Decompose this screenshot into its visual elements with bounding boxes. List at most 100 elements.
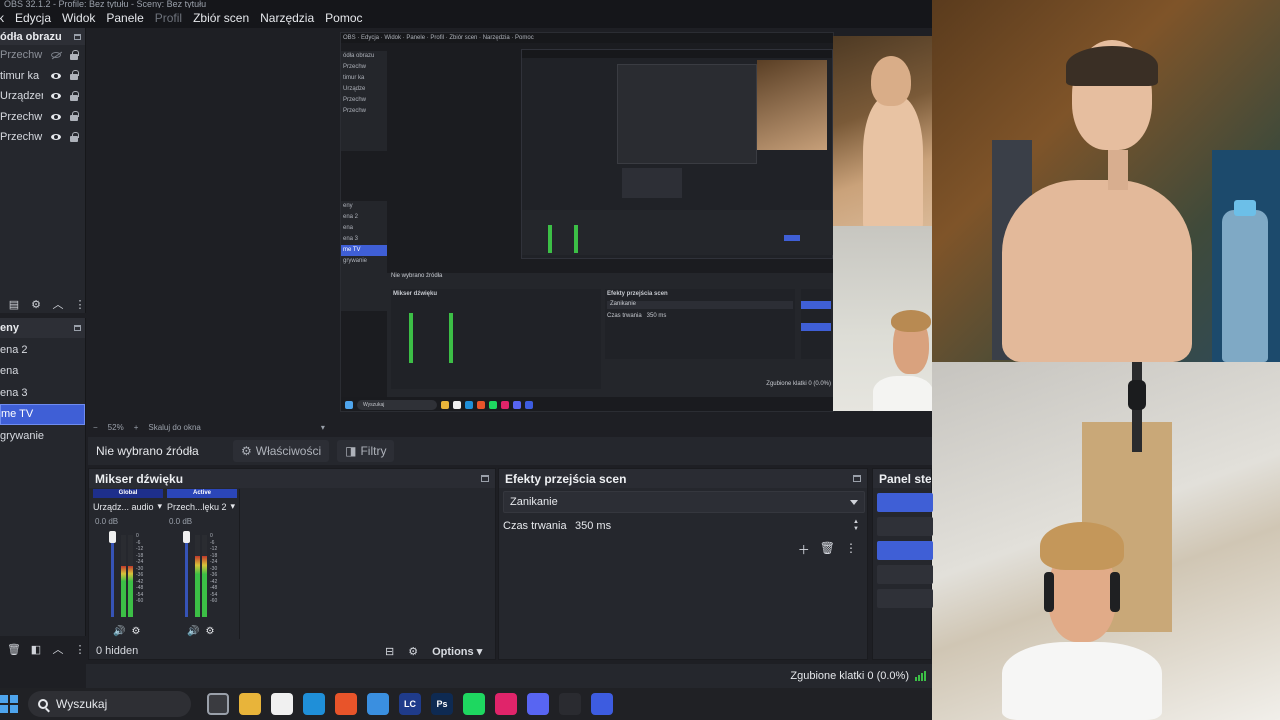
menu-profile[interactable]: Profil xyxy=(155,11,189,25)
duration-input[interactable]: 350 ms ▲ ▼ xyxy=(567,516,865,536)
zoom-dropdown-icon[interactable]: ▾ xyxy=(321,423,325,432)
chevron-down-icon[interactable]: ▾ xyxy=(158,501,163,512)
app-pink-icon[interactable] xyxy=(495,693,517,715)
source-label: Przechw xyxy=(0,49,43,62)
scene-item[interactable]: ena xyxy=(0,361,85,383)
eye-icon[interactable] xyxy=(51,71,61,81)
control-button[interactable] xyxy=(877,565,933,584)
menu-help[interactable]: Pomoc xyxy=(325,11,369,25)
layout-icon[interactable]: ⊟ xyxy=(385,645,394,658)
zoom-level: 52% xyxy=(107,422,124,432)
transition-select[interactable]: Zanikanie xyxy=(503,491,865,513)
nested-taskbar: Wyszukaj xyxy=(341,397,833,411)
gear-icon[interactable]: ⚙ xyxy=(205,626,214,637)
task-view-icon[interactable] xyxy=(207,693,229,715)
control-button[interactable] xyxy=(877,589,933,608)
transitions-dock: Efekty przejścia scen Zanikanie Czas trw… xyxy=(498,468,868,660)
sources-toolbar: ▤ ⚙ ︿ ⋮ xyxy=(0,296,86,314)
lock-icon[interactable] xyxy=(69,131,79,142)
hidden-count[interactable]: 0 hidden xyxy=(96,645,138,657)
zoom-in-icon[interactable]: + xyxy=(134,423,139,432)
gear-icon: ⚙ xyxy=(241,444,252,458)
trash-icon[interactable]: 🗑 xyxy=(7,644,21,656)
nested-row: Urządze xyxy=(343,86,366,92)
eye-icon[interactable] xyxy=(51,132,61,142)
chevron-up-icon[interactable]: ︿ xyxy=(52,299,64,311)
undock-icon[interactable] xyxy=(74,33,81,40)
app-icon[interactable] xyxy=(367,693,389,715)
taskbar-search[interactable]: Wyszukaj xyxy=(28,691,191,717)
undock-icon[interactable] xyxy=(74,325,81,331)
spinner-icon[interactable]: ▲ ▼ xyxy=(853,519,859,533)
scene-filter-icon[interactable]: ◧ xyxy=(30,644,42,656)
nested-row: ena 2 xyxy=(343,214,359,220)
lock-icon[interactable] xyxy=(69,70,79,81)
gear-icon[interactable]: ⚙ xyxy=(30,299,42,311)
fader-handle[interactable] xyxy=(183,531,190,543)
source-item[interactable]: Urządzer xyxy=(0,86,85,107)
channel-name[interactable]: Przech...lęku 2 ▾ xyxy=(167,501,235,512)
menu-scene-collection[interactable]: Zbiór scen xyxy=(193,11,256,25)
store-icon[interactable] xyxy=(271,693,293,715)
filter-list-icon[interactable]: ▤ xyxy=(8,299,20,311)
windows-start-icon[interactable] xyxy=(0,695,18,713)
scenes-title: eny xyxy=(0,322,19,334)
speaker-icon[interactable]: 🔊 xyxy=(113,626,125,637)
zoom-fit[interactable]: Skaluj do okna xyxy=(148,423,200,432)
add-icon[interactable]: ＋ xyxy=(798,541,810,558)
scene-item[interactable]: ena 3 xyxy=(0,382,85,404)
eye-icon[interactable] xyxy=(51,112,61,122)
discord-icon[interactable] xyxy=(527,693,549,715)
trash-icon[interactable]: 🗑 xyxy=(820,541,835,558)
source-item[interactable]: timur ka xyxy=(0,66,85,87)
control-button[interactable] xyxy=(877,517,933,536)
controls-title: Panel steru xyxy=(879,471,931,486)
source-item[interactable]: Przechw xyxy=(0,45,85,66)
lock-icon[interactable] xyxy=(69,111,79,122)
settings-icon[interactable]: ⚙ xyxy=(408,645,418,658)
menu-edit[interactable]: Edycja xyxy=(15,11,58,25)
more-vertical-icon[interactable]: ⋮ xyxy=(74,299,86,311)
fader-handle[interactable] xyxy=(109,531,116,543)
source-item[interactable]: Przechw xyxy=(0,107,85,128)
properties-button[interactable]: ⚙ Właściwości xyxy=(233,440,330,462)
menu-docks[interactable]: Panele xyxy=(106,11,150,25)
menu-tools[interactable]: Narzędzia xyxy=(260,11,321,25)
source-item[interactable]: Przechw xyxy=(0,127,85,148)
menu-file[interactable]: k xyxy=(0,11,11,25)
photoshop-icon[interactable]: Ps xyxy=(431,693,453,715)
undock-icon[interactable] xyxy=(853,475,861,482)
options-button[interactable]: Options ▾ xyxy=(432,645,482,658)
lock-icon[interactable] xyxy=(69,49,79,60)
lc-icon[interactable]: LC xyxy=(399,693,421,715)
spotify-icon[interactable] xyxy=(463,693,485,715)
chevron-up-icon[interactable]: ︿ xyxy=(52,644,64,656)
scene-item[interactable]: grywanie xyxy=(0,425,85,447)
eye-hidden-icon[interactable] xyxy=(51,50,61,60)
lock-icon[interactable] xyxy=(69,90,79,101)
edge-icon[interactable] xyxy=(303,693,325,715)
volume-fader[interactable] xyxy=(111,535,114,617)
filters-button[interactable]: ◨ Filtry xyxy=(337,440,395,462)
start-streaming-button[interactable] xyxy=(877,493,933,512)
eye-icon[interactable] xyxy=(51,91,61,101)
file-explorer-icon[interactable] xyxy=(239,693,261,715)
volume-fader[interactable] xyxy=(185,535,188,617)
nested-row: grywanie xyxy=(343,258,368,264)
gear-icon[interactable]: ⚙ xyxy=(131,626,140,637)
speaker-icon[interactable]: 🔊 xyxy=(187,626,199,637)
obs-icon[interactable] xyxy=(559,693,581,715)
meter-scale: 0 -6 -12 -18 -24 -30 -36 -42 -48 -54 -60 xyxy=(136,533,144,604)
chevron-down-icon[interactable]: ▾ xyxy=(231,501,236,512)
channel-name[interactable]: Urządz... audio ▾ xyxy=(93,501,162,512)
start-recording-button[interactable] xyxy=(877,541,933,560)
scene-item[interactable]: ena 2 xyxy=(0,339,85,361)
menu-view[interactable]: Widok xyxy=(62,11,102,25)
more-vertical-icon[interactable]: ⋮ xyxy=(845,541,857,558)
app-blue-icon[interactable] xyxy=(591,693,613,715)
more-vertical-icon[interactable]: ⋮ xyxy=(74,644,86,656)
undock-icon[interactable] xyxy=(481,475,489,482)
firefox-icon[interactable] xyxy=(335,693,357,715)
scene-item-active[interactable]: me TV xyxy=(0,403,85,425)
zoom-out-icon[interactable]: − xyxy=(93,423,98,432)
